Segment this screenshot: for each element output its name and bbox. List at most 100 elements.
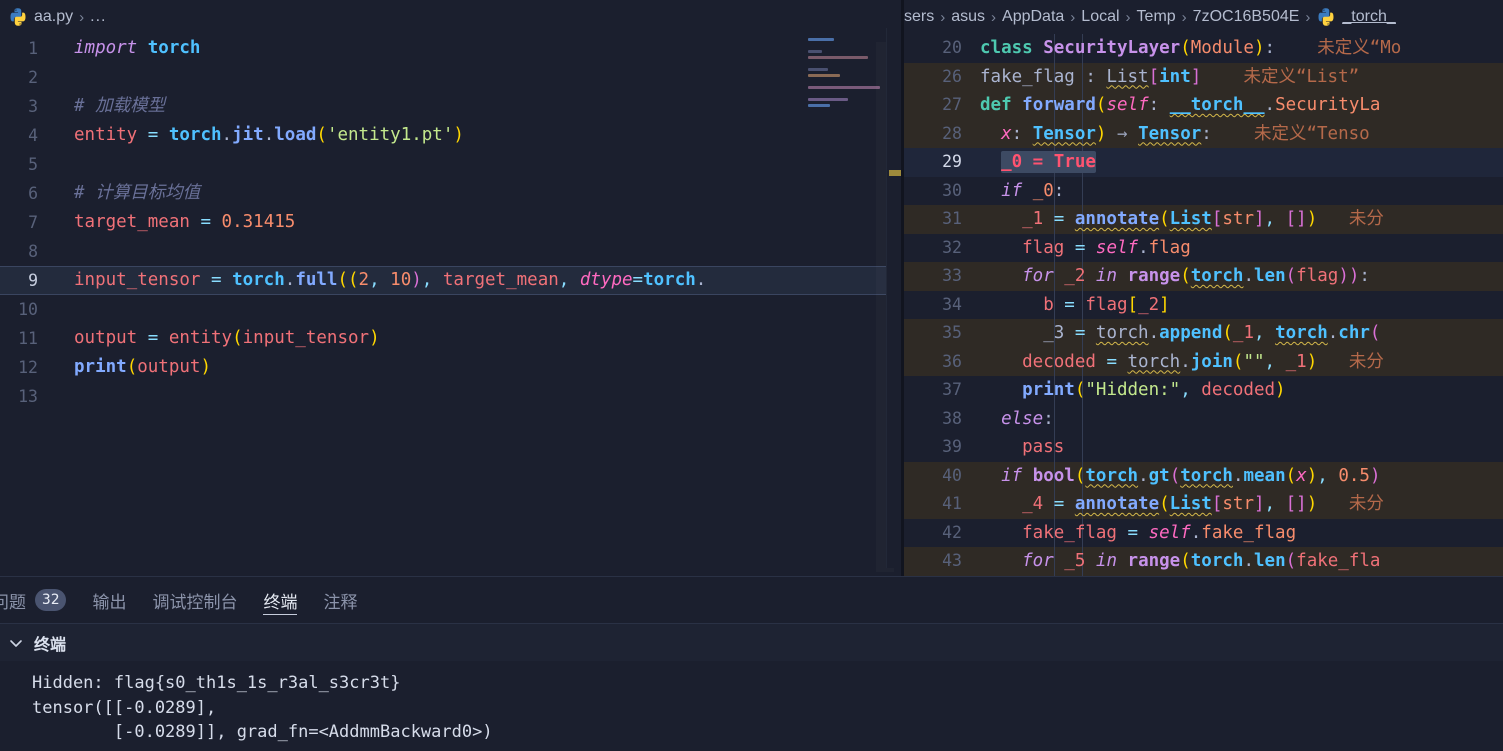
breadcrumb-crumb[interactable]: AppData	[1002, 8, 1064, 26]
code-token: :	[1148, 95, 1170, 115]
terminal-section-header[interactable]: 终端	[0, 623, 1503, 661]
code-line[interactable]: 36 decoded = torch.join("", _1) 未分	[904, 347, 1503, 377]
code-line[interactable]: 40 if bool(torch.gt(torch.mean(x), 0.5)	[904, 461, 1503, 491]
code-text[interactable]: # 加载模型	[50, 92, 165, 121]
code-token: str	[1222, 494, 1254, 514]
breadcrumb-crumb[interactable]: 7zOC16B504E	[1193, 8, 1300, 26]
code-text[interactable]: print(output)	[50, 353, 211, 382]
code-line[interactable]: 5	[0, 150, 905, 179]
code-text[interactable]: # 计算目标均值	[50, 179, 200, 208]
code-text[interactable]: flag = self.flag	[976, 234, 1191, 263]
breadcrumb-more[interactable]: ...	[90, 8, 106, 26]
code-line[interactable]: 38 else:	[904, 404, 1503, 434]
breadcrumb-crumb[interactable]: sers	[904, 8, 934, 26]
code-line[interactable]: 42 fake_flag = self.fake_flag	[904, 518, 1503, 548]
breadcrumb-right[interactable]: sers › asus › AppData › Local › Temp › 7zOC16B504E…	[904, 0, 1503, 34]
left-code-content[interactable]: 1 import torch 2 3 # 加载模型 4 entity = torch.jit…	[0, 34, 905, 411]
code-token: 2	[358, 270, 370, 290]
right-code-content[interactable]: 20 class SecurityLayer(Module): 未定义“Mo 26 f…	[904, 34, 1503, 576]
code-text[interactable]: output = entity(input_tensor)	[50, 324, 380, 353]
code-line[interactable]: 32 flag = self.flag	[904, 233, 1503, 263]
code-line[interactable]: 9 input_tensor = torch.full((2, 10), targ…	[0, 266, 905, 295]
code-text[interactable]: decoded = torch.join("", _1) 未分	[976, 348, 1384, 377]
code-text[interactable]: _3 = torch.append(_1, torch.chr(	[976, 319, 1380, 348]
code-token: .	[221, 125, 233, 145]
code-line[interactable]: 10	[0, 295, 905, 324]
code-line[interactable]: 26 fake_flag : List[int] 未定义“List”	[904, 62, 1503, 92]
breadcrumb-file[interactable]: aa.py	[34, 8, 73, 26]
code-text[interactable]: else:	[976, 405, 1054, 434]
code-text[interactable]: def forward(self: __torch__.SecurityLa	[976, 91, 1380, 120]
code-token: .	[1138, 465, 1149, 486]
code-text[interactable]: input_tensor = torch.full((2, 10), targe…	[50, 266, 706, 295]
code-text[interactable]: if bool(torch.gt(torch.mean(x), 0.5)	[976, 462, 1380, 491]
code-line[interactable]: 34 b = flag[_2]	[904, 290, 1503, 320]
code-text[interactable]: import torch	[50, 34, 200, 63]
code-token: torch	[1095, 323, 1149, 343]
code-text[interactable]: entity = torch.jit.load('entity1.pt')	[50, 121, 464, 150]
code-line[interactable]: 11 output = entity(input_tensor)	[0, 324, 905, 353]
minimap[interactable]	[808, 28, 882, 568]
code-token: forward	[1022, 95, 1096, 115]
code-token: (	[1169, 465, 1181, 486]
overview-ruler[interactable]	[886, 28, 902, 568]
code-text[interactable]: b = flag[_2]	[976, 291, 1170, 320]
breadcrumb-file[interactable]: _torch_	[1342, 8, 1395, 26]
code-token: ,	[1180, 380, 1202, 400]
tab-comments[interactable]: 注释	[323, 577, 357, 623]
code-line[interactable]: 30 if _0:	[904, 176, 1503, 206]
code-text[interactable]: if _0:	[976, 177, 1064, 206]
code-line[interactable]: 12 print(output)	[0, 353, 905, 382]
code-line[interactable]: 4 entity = torch.jit.load('entity1.pt')	[0, 121, 905, 150]
code-line[interactable]: 39 pass	[904, 433, 1503, 462]
code-line[interactable]: 3 # 加载模型	[0, 92, 905, 121]
code-text[interactable]: _0 = True	[976, 148, 1096, 177]
code-line[interactable]: 43 for _5 in range(torch.len(fake_fla	[904, 547, 1503, 576]
breadcrumb-crumb[interactable]: asus	[951, 8, 985, 26]
code-line[interactable]: 6 # 计算目标均值	[0, 179, 905, 208]
code-line[interactable]: 35 _3 = torch.append(_1, torch.chr(	[904, 319, 1503, 348]
code-token: (	[1180, 38, 1191, 58]
code-line[interactable]: 20 class SecurityLayer(Module): 未定义“Mo	[904, 34, 1503, 63]
code-token: target_mean	[442, 270, 559, 290]
breadcrumb-crumb[interactable]: Temp	[1137, 8, 1176, 26]
code-text[interactable]: target_mean = 0.31415	[50, 208, 295, 237]
code-line[interactable]: 2	[0, 63, 905, 92]
code-line[interactable]: 31 _1 = annotate(List[str], []) 未分	[904, 205, 1503, 234]
code-text[interactable]: x: Tensor) → Tensor: 未定义“Tenso	[976, 120, 1370, 149]
code-line[interactable]: 41 _4 = annotate(List[str], []) 未分	[904, 490, 1503, 519]
code-line[interactable]: 1 import torch	[0, 34, 905, 63]
breadcrumb-crumb[interactable]: Local	[1081, 8, 1119, 26]
python-file-icon	[8, 7, 28, 27]
code-token: _0 = True	[1001, 151, 1096, 173]
code-line[interactable]: 7 target_mean = 0.31415	[0, 208, 905, 237]
code-text[interactable]: fake_flag : List[int] 未定义“List”	[976, 63, 1359, 92]
breadcrumb[interactable]: aa.py › ...	[0, 0, 905, 34]
code-text[interactable]: for _5 in range(torch.len(fake_fla	[976, 547, 1380, 576]
chevron-down-icon[interactable]	[8, 635, 24, 651]
tab-terminal[interactable]: 终端	[263, 577, 298, 623]
code-token: _2	[1064, 266, 1086, 286]
code-text[interactable]: _1 = annotate(List[str], []) 未分	[976, 205, 1384, 234]
tab-debug-console[interactable]: 调试控制台	[152, 577, 237, 623]
code-text[interactable]: pass	[976, 433, 1064, 462]
code-token: len	[1254, 551, 1286, 571]
line-number: 12	[18, 358, 38, 377]
code-line[interactable]: 8	[0, 237, 905, 266]
line-number: 11	[18, 329, 38, 348]
code-text[interactable]: fake_flag = self.fake_flag	[976, 519, 1296, 548]
code-line[interactable]: 28 x: Tensor) → Tensor: 未定义“Tenso	[904, 119, 1503, 149]
code-text[interactable]: print("Hidden:", decoded)	[976, 376, 1285, 405]
code-line[interactable]: 13	[0, 382, 905, 411]
tab-output[interactable]: 输出	[92, 577, 126, 623]
code-text[interactable]: _4 = annotate(List[str], []) 未分	[976, 490, 1384, 519]
code-line[interactable]: 29 _0 = True	[904, 148, 1503, 177]
code-text[interactable]: class SecurityLayer(Module): 未定义“Mo	[976, 34, 1401, 63]
terminal-output[interactable]: Hidden: flag{s0_th1s_1s_r3al_s3cr3t} tens…	[0, 661, 1503, 745]
code-line[interactable]: 33 for _2 in range(torch.len(flag)):	[904, 262, 1503, 291]
code-text[interactable]: for _2 in range(torch.len(flag)):	[976, 262, 1370, 291]
tab-problems[interactable]: 问题 32	[0, 577, 67, 623]
code-line[interactable]: 37 print("Hidden:", decoded)	[904, 376, 1503, 405]
code-line[interactable]: 27 def forward(self: __torch__.SecurityLa	[904, 91, 1503, 120]
